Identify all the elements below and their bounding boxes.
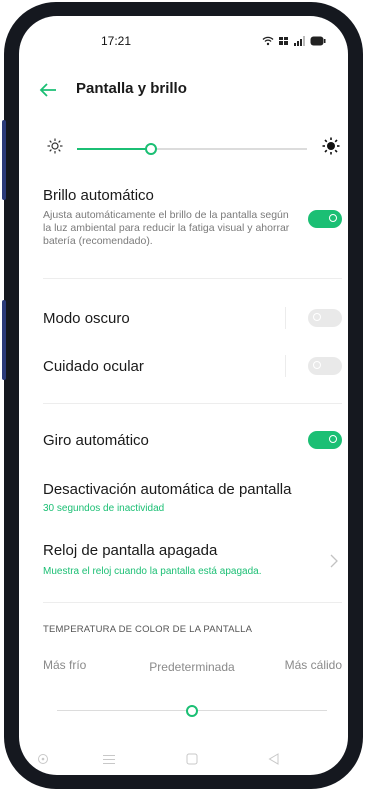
auto-rotate-toggle[interactable]: [308, 431, 342, 449]
divider: [43, 278, 342, 279]
brightness-slider-fill: [77, 148, 151, 150]
color-temperature-slider-knob[interactable]: [186, 705, 198, 717]
assistant-icon[interactable]: [37, 753, 49, 765]
screen-timeout-subtitle: 30 segundos de inactividad: [43, 503, 165, 514]
auto-brightness-title: Brillo automático: [43, 187, 154, 204]
auto-brightness-toggle[interactable]: [308, 210, 342, 228]
brightness-slider-knob[interactable]: [144, 143, 157, 155]
brightness-row: [19, 136, 348, 160]
navigation-bar: [19, 741, 348, 775]
toggle-dot: [313, 313, 321, 321]
sun-small-icon: [47, 138, 63, 154]
toggle-dot: [329, 435, 337, 443]
color-temperature-section-title: TEMPERATURA DE COLOR DE LA PANTALLA: [43, 624, 253, 635]
default-label: Predeterminada: [149, 660, 235, 674]
status-bar: 17:21: [19, 34, 348, 54]
battery-icon: [310, 36, 326, 46]
color-temperature-slider[interactable]: [57, 705, 327, 717]
aod-clock-title[interactable]: Reloj de pantalla apagada: [43, 542, 217, 559]
power-button: [2, 300, 6, 380]
auto-brightness-description: Ajusta automáticamente el brillo de la p…: [43, 209, 290, 247]
eye-care-title: Cuidado ocular: [43, 358, 144, 375]
separator: [285, 307, 286, 329]
divider: [43, 602, 342, 603]
brightness-slider[interactable]: [77, 143, 307, 155]
dark-mode-toggle[interactable]: [308, 309, 342, 327]
dark-mode-title: Modo oscuro: [43, 310, 130, 327]
warm-label: Más cálido: [284, 658, 342, 672]
phone-device: 17:21 Pantalla y brillo Brillo automátic…: [0, 0, 367, 791]
menu-icon[interactable]: [103, 754, 115, 765]
header: Pantalla y brillo: [19, 76, 348, 104]
status-time: 17:21: [101, 34, 132, 48]
divider: [43, 403, 342, 404]
sun-large-icon: [322, 137, 340, 155]
back-icon[interactable]: [268, 753, 279, 765]
cold-label: Más frío: [43, 658, 87, 672]
screen: 17:21 Pantalla y brillo Brillo automátic…: [19, 16, 348, 775]
toggle-dot: [329, 214, 337, 222]
page-title: Pantalla y brillo: [76, 80, 187, 97]
signal-icon: [294, 36, 305, 46]
toggle-dot: [313, 361, 321, 369]
status-icons: [262, 35, 326, 47]
wifi-icon: [262, 36, 274, 46]
signal-4g-icon: [279, 37, 288, 45]
aod-clock-subtitle: Muestra el reloj cuando la pantalla está…: [43, 566, 262, 577]
eye-care-toggle[interactable]: [308, 357, 342, 375]
back-arrow-icon[interactable]: [37, 80, 59, 100]
home-icon[interactable]: [186, 753, 198, 765]
chevron-right-icon[interactable]: [330, 554, 338, 568]
auto-rotate-title: Giro automático: [43, 432, 149, 449]
screen-timeout-title[interactable]: Desactivación automática de pantalla: [43, 481, 291, 498]
separator: [285, 355, 286, 377]
volume-button: [2, 120, 6, 200]
